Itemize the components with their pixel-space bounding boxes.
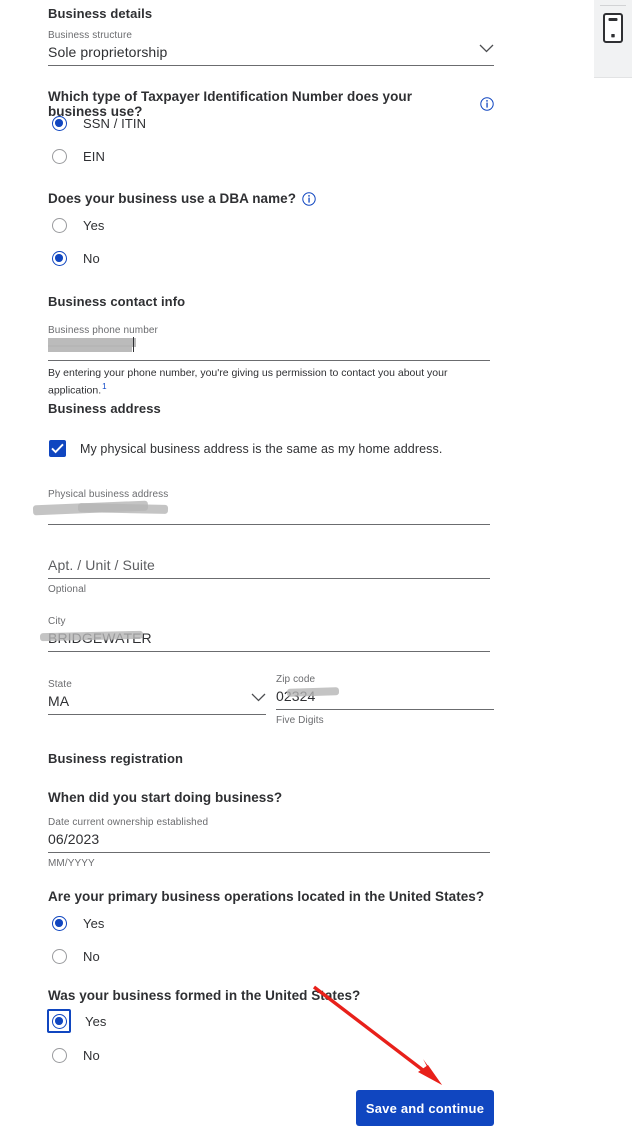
- business-phone-label: Business phone number: [48, 325, 158, 336]
- device-toolbar-panel: [594, 0, 632, 78]
- business-structure-label: Business structure: [48, 30, 133, 41]
- operations-question: Are your primary business operations loc…: [48, 889, 494, 904]
- city-field[interactable]: City BRIDGEWATER: [48, 615, 490, 652]
- date-established-underline: [48, 852, 490, 853]
- section-title-business-registration: Business registration: [48, 751, 184, 766]
- info-icon[interactable]: [480, 97, 494, 111]
- tin-option-ssn-itin[interactable]: SSN / ITIN: [48, 112, 146, 134]
- operations-option-no-label: No: [83, 948, 100, 964]
- section-title-business-address: Business address: [48, 401, 161, 416]
- radio-dba-yes[interactable]: [51, 217, 67, 233]
- tin-option-ein[interactable]: EIN: [48, 145, 105, 167]
- zip-code-underline: [276, 709, 494, 710]
- business-phone-helper: By entering your phone number, you're gi…: [48, 367, 448, 397]
- date-established-field[interactable]: Date current ownership established 06/20…: [48, 816, 490, 871]
- zip-code-label: Zip code: [276, 674, 316, 685]
- business-phone-underline: [48, 360, 490, 361]
- radio-formed-no[interactable]: [51, 1047, 67, 1063]
- same-as-home-address-checkbox[interactable]: My physical business address is the same…: [49, 440, 442, 457]
- panel-divider: [600, 5, 626, 6]
- start-business-question-text: When did you start doing business?: [48, 790, 283, 805]
- radio-formed-yes[interactable]: [51, 1013, 67, 1029]
- city-label: City: [48, 616, 66, 627]
- state-value: MA: [48, 693, 70, 709]
- formed-option-yes-label: Yes: [85, 1013, 107, 1029]
- radio-hit-dba-yes[interactable]: [48, 214, 70, 236]
- save-and-continue-button[interactable]: Save and continue: [356, 1090, 494, 1126]
- radio-hit-ein[interactable]: [48, 145, 70, 167]
- application-form-page: Business details Business structure Sole…: [0, 0, 632, 1126]
- business-structure-select[interactable]: Business structure Sole proprietorship: [48, 29, 494, 66]
- apt-unit-suite-field[interactable]: Apt. / Unit / Suite Optional: [48, 556, 490, 597]
- section-title-business-contact-info: Business contact info: [48, 294, 186, 309]
- text-caret-phone: [133, 337, 134, 352]
- radio-hit-dba-no[interactable]: [48, 247, 70, 269]
- mobile-device-icon[interactable]: [603, 13, 623, 48]
- zip-code-field[interactable]: Zip code 02324 Five Digits: [276, 673, 494, 728]
- formed-option-no[interactable]: No: [48, 1044, 100, 1066]
- radio-hit-operations-yes[interactable]: [48, 912, 70, 934]
- date-established-helper: MM/YYYY: [48, 858, 95, 869]
- dba-option-yes[interactable]: Yes: [48, 214, 105, 236]
- physical-address-field[interactable]: Physical business address: [48, 488, 490, 525]
- city-underline: [48, 651, 490, 652]
- physical-address-value: [48, 502, 490, 520]
- state-select[interactable]: State MA: [48, 678, 266, 715]
- footnote-marker: 1: [102, 382, 107, 391]
- radio-ein[interactable]: [51, 148, 67, 164]
- info-icon[interactable]: [302, 191, 316, 206]
- date-established-value: 06/2023: [48, 831, 100, 847]
- radio-hit-formed-no[interactable]: [48, 1044, 70, 1066]
- business-structure-underline: [48, 65, 494, 66]
- physical-address-label: Physical business address: [48, 489, 169, 500]
- dba-question-text: Does your business use a DBA name?: [48, 191, 297, 206]
- operations-question-text: Are your primary business operations loc…: [48, 889, 485, 904]
- dba-question: Does your business use a DBA name?: [48, 191, 494, 206]
- dba-option-no[interactable]: No: [48, 247, 100, 269]
- apt-unit-suite-placeholder: Apt. / Unit / Suite: [48, 557, 155, 573]
- apt-unit-suite-helper: Optional: [48, 584, 87, 595]
- radio-hit-operations-no[interactable]: [48, 945, 70, 967]
- city-value: BRIDGEWATER: [48, 630, 152, 646]
- tin-option-ssn-itin-label: SSN / ITIN: [83, 115, 147, 131]
- business-structure-value: Sole proprietorship: [48, 44, 168, 60]
- tin-option-ein-label: EIN: [83, 148, 105, 164]
- checkmark-icon[interactable]: [49, 440, 66, 457]
- formed-question: Was your business formed in the United S…: [48, 988, 494, 1003]
- chevron-down-icon: [251, 689, 266, 707]
- operations-option-no[interactable]: No: [48, 945, 100, 967]
- radio-hit-formed-yes[interactable]: [47, 1009, 71, 1033]
- radio-operations-no[interactable]: [51, 948, 67, 964]
- state-underline: [48, 714, 266, 715]
- business-phone-field[interactable]: Business phone number: [48, 324, 490, 361]
- physical-address-underline: [48, 524, 490, 525]
- business-phone-value: [48, 338, 490, 356]
- formed-option-yes[interactable]: Yes: [47, 1009, 107, 1033]
- section-title-business-details: Business details: [48, 6, 153, 21]
- operations-option-yes[interactable]: Yes: [48, 912, 105, 934]
- zip-code-value: 02324: [276, 688, 316, 704]
- chevron-down-icon: [479, 40, 494, 58]
- radio-hit-ssn-itin[interactable]: [48, 112, 70, 134]
- radio-dba-no[interactable]: [51, 250, 67, 266]
- radio-ssn-itin[interactable]: [51, 115, 67, 131]
- formed-question-text: Was your business formed in the United S…: [48, 988, 361, 1003]
- dba-option-yes-label: Yes: [83, 217, 105, 233]
- dba-option-no-label: No: [83, 250, 100, 266]
- radio-operations-yes[interactable]: [51, 915, 67, 931]
- operations-option-yes-label: Yes: [83, 915, 105, 931]
- apt-unit-suite-underline: [48, 578, 490, 579]
- start-business-question: When did you start doing business?: [48, 790, 282, 805]
- same-as-home-address-label: My physical business address is the same…: [80, 441, 443, 456]
- state-label: State: [48, 679, 72, 690]
- date-established-label: Date current ownership established: [48, 817, 209, 828]
- formed-option-no-label: No: [83, 1047, 100, 1063]
- zip-code-helper: Five Digits: [276, 715, 324, 726]
